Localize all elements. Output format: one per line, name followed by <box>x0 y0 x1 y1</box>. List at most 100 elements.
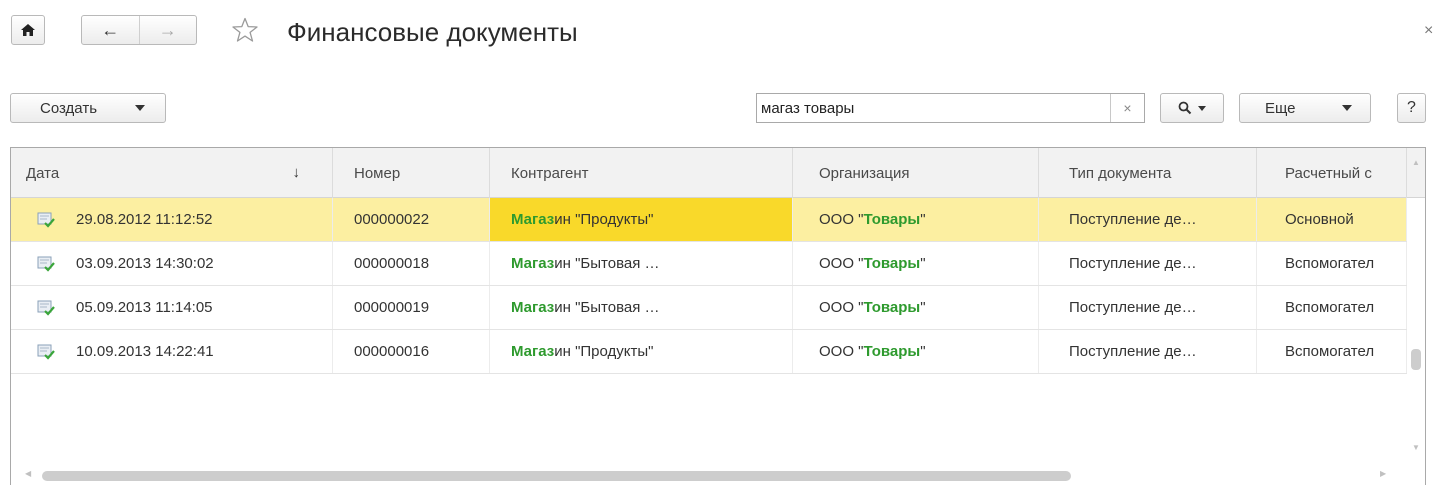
column-header-label: Контрагент <box>511 164 589 182</box>
org-prefix: ООО " <box>819 343 864 360</box>
search-options-button[interactable] <box>1160 93 1224 123</box>
date-cell: 10.09.2013 14:22:41 <box>11 330 333 373</box>
search-match: Магаз <box>511 299 555 316</box>
table-row[interactable]: 03.09.2013 14:30:02 000000018 Магаз ин "Б… <box>11 242 1407 286</box>
close-icon[interactable]: × <box>1424 22 1433 40</box>
documents-table: Дата ↓ Номер Контрагент Организация Тип … <box>10 147 1426 485</box>
counterparty-cell: Магаз ин "Продукты" <box>490 330 793 373</box>
account-cell: Вспомогател <box>1257 242 1407 285</box>
close-icon: × <box>1123 100 1132 116</box>
help-icon: ? <box>1407 99 1416 116</box>
org-prefix: ООО " <box>819 211 864 228</box>
date-value: 05.09.2013 11:14:05 <box>76 299 213 316</box>
org-suffix: " <box>920 211 926 228</box>
page-title: Финансовые документы <box>287 17 578 47</box>
scroll-left-icon[interactable]: ◀ <box>25 469 31 478</box>
column-header-organization[interactable]: Организация <box>793 148 1039 198</box>
search-match: Магаз <box>511 343 555 360</box>
scroll-down-icon[interactable]: ▼ <box>1412 443 1420 452</box>
favorite-button[interactable] <box>229 15 261 45</box>
sort-descending-icon: ↓ <box>292 164 301 181</box>
number-cell: 000000022 <box>333 198 490 241</box>
posted-document-icon <box>37 300 55 316</box>
doc-type-cell: Поступление де… <box>1039 286 1257 329</box>
organization-cell: ООО " Товары " <box>793 198 1039 241</box>
org-suffix: " <box>920 343 926 360</box>
organization-cell: ООО " Товары " <box>793 242 1039 285</box>
vertical-scrollbar[interactable] <box>1407 148 1425 485</box>
org-prefix: ООО " <box>819 255 864 272</box>
date-cell: 03.09.2013 14:30:02 <box>11 242 333 285</box>
chevron-down-icon <box>1342 105 1352 111</box>
posted-document-icon <box>37 212 55 228</box>
search-icon <box>1178 101 1192 115</box>
create-button-label: Создать <box>40 99 98 117</box>
column-header-label: Дата <box>26 164 60 182</box>
date-value: 03.09.2013 14:30:02 <box>76 255 214 272</box>
number-cell: 000000018 <box>333 242 490 285</box>
vertical-scroll-thumb[interactable] <box>1411 349 1421 370</box>
table-row[interactable]: 10.09.2013 14:22:41 000000016 Магаз ин "П… <box>11 330 1407 374</box>
table-header: Дата ↓ Номер Контрагент Организация Тип … <box>11 148 1425 198</box>
date-value: 29.08.2012 11:12:52 <box>76 211 213 228</box>
search-match: Магаз <box>511 255 555 272</box>
date-cell: 05.09.2013 11:14:05 <box>11 286 333 329</box>
organization-cell: ООО " Товары " <box>793 330 1039 373</box>
account-cell: Основной <box>1257 198 1407 241</box>
posted-document-icon <box>37 344 55 360</box>
number-cell: 000000016 <box>333 330 490 373</box>
history-navigation: ← → <box>81 15 197 45</box>
column-header-label: Организация <box>819 164 910 182</box>
home-button[interactable] <box>11 15 45 45</box>
counterparty-text: ин "Продукты" <box>554 343 654 360</box>
posted-document-icon <box>37 256 55 272</box>
title-bar: ← → Финансовые документы × <box>0 0 1437 70</box>
chevron-down-icon <box>1198 105 1206 111</box>
counterparty-text: ин "Бытовая … <box>554 299 660 316</box>
column-header-account[interactable]: Расчетный с <box>1257 148 1407 198</box>
column-header-doc-type[interactable]: Тип документа <box>1039 148 1257 198</box>
search-match: Товары <box>863 211 921 228</box>
search-match: Товары <box>863 343 921 360</box>
search-match: Товары <box>863 299 921 316</box>
clear-search-button[interactable]: × <box>1110 94 1144 122</box>
column-header-date[interactable]: Дата ↓ <box>11 148 333 198</box>
arrow-left-icon: ← <box>101 19 120 40</box>
more-button[interactable]: Еще <box>1239 93 1371 123</box>
doc-type-cell: Поступление де… <box>1039 330 1257 373</box>
table-row[interactable]: 05.09.2013 11:14:05 000000019 Магаз ин "Б… <box>11 286 1407 330</box>
forward-button[interactable]: → <box>140 16 197 44</box>
org-suffix: " <box>920 299 926 316</box>
back-button[interactable]: ← <box>82 16 140 44</box>
org-suffix: " <box>920 255 926 272</box>
date-cell: 29.08.2012 11:12:52 <box>11 198 333 241</box>
org-prefix: ООО " <box>819 299 864 316</box>
search-match: Товары <box>863 255 921 272</box>
create-button[interactable]: Создать <box>10 93 166 123</box>
account-cell: Вспомогател <box>1257 286 1407 329</box>
account-cell: Вспомогател <box>1257 330 1407 373</box>
column-header-label: Тип документа <box>1069 164 1172 182</box>
column-header-label: Номер <box>354 164 401 182</box>
column-header-counterparty[interactable]: Контрагент <box>490 148 793 198</box>
chevron-down-icon <box>135 105 145 111</box>
counterparty-cell: Магаз ин "Бытовая … <box>490 242 793 285</box>
search-match: Магаз <box>511 211 555 228</box>
counterparty-text: ин "Продукты" <box>554 211 654 228</box>
column-header-number[interactable]: Номер <box>333 148 490 198</box>
horizontal-scroll-thumb[interactable] <box>42 471 1071 481</box>
doc-type-cell: Поступление де… <box>1039 242 1257 285</box>
table-row[interactable]: 29.08.2012 11:12:52 000000022 Магаз ин "П… <box>11 198 1407 242</box>
scroll-up-icon[interactable]: ▲ <box>1412 158 1420 167</box>
arrow-right-icon: → <box>158 19 177 40</box>
search-field: × <box>756 93 1145 123</box>
help-button[interactable]: ? <box>1397 93 1426 123</box>
counterparty-text: ин "Бытовая … <box>554 255 660 272</box>
search-input[interactable] <box>757 95 1107 121</box>
scroll-right-icon[interactable]: ▶ <box>1380 469 1386 478</box>
home-icon <box>21 24 35 36</box>
date-value: 10.09.2013 14:22:41 <box>76 343 214 360</box>
column-header-label: Расчетный с <box>1285 164 1372 182</box>
doc-type-cell: Поступление де… <box>1039 198 1257 241</box>
number-cell: 000000019 <box>333 286 490 329</box>
